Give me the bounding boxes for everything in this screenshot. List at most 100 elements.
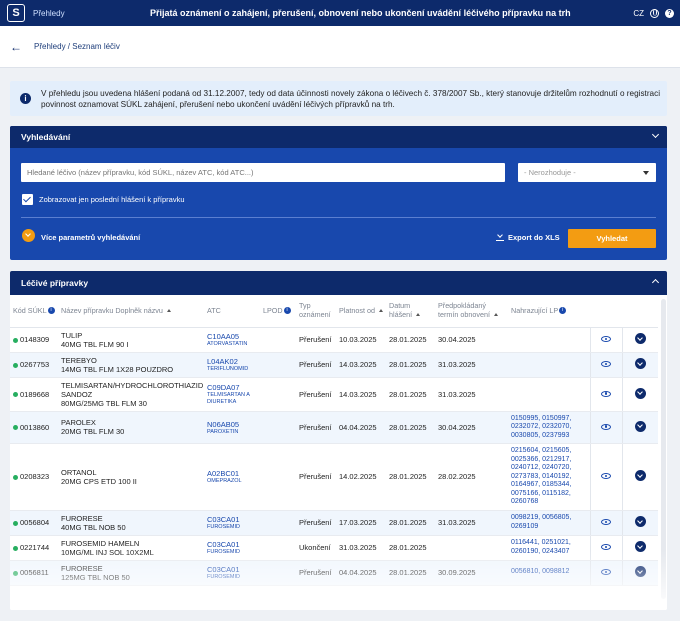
row-replacing[interactable]: 0215604, 0215605, 0025366, 0212917, 0240… bbox=[508, 443, 590, 511]
col-replacing[interactable]: Nahrazující LP i bbox=[508, 295, 590, 328]
table-row[interactable]: 0208323 ORTANOL 20MG CPS ETD 100 II A02BC01… bbox=[10, 443, 658, 511]
col-reported[interactable]: Datum hlášení bbox=[386, 295, 435, 328]
row-code[interactable]: 0221744 bbox=[10, 535, 58, 561]
row-code[interactable]: 0189668 bbox=[10, 377, 58, 412]
table-row[interactable]: 0267753 TEREBYO 14MG TBL FLM 1X28 POUZDRO L… bbox=[10, 352, 658, 378]
col-type[interactable]: Typ oznámení bbox=[296, 295, 336, 328]
row-expand-action bbox=[621, 411, 658, 444]
row-type: Přerušení bbox=[296, 510, 336, 536]
row-detail-action bbox=[589, 443, 622, 511]
row-code[interactable]: 0056804 bbox=[10, 510, 58, 536]
expand-chevron-icon[interactable] bbox=[634, 516, 646, 527]
table-row[interactable]: 0189668 TELMISARTAN/HYDROCHLOROTHIAZID SA… bbox=[10, 377, 658, 412]
status-select[interactable]: - Nerozhoduje - bbox=[518, 163, 656, 182]
eye-icon[interactable] bbox=[601, 390, 611, 397]
row-code[interactable]: 0148309 bbox=[10, 327, 58, 353]
table-row[interactable]: 0056811 FURORESE 125MG TBL NOB 50 C03CA01 FU… bbox=[10, 560, 658, 586]
chevron-down-icon[interactable] bbox=[651, 130, 660, 139]
row-name: TULIP 40MG TBL FLM 90 I bbox=[58, 327, 204, 353]
row-expand-action bbox=[621, 327, 658, 353]
row-expand-action bbox=[621, 560, 658, 586]
eye-icon[interactable] bbox=[601, 423, 611, 430]
more-params-chevron-icon[interactable] bbox=[22, 229, 35, 242]
expand-chevron-icon[interactable] bbox=[634, 420, 646, 432]
row-replacing[interactable]: 0098219, 0056805, 0269109 bbox=[508, 510, 590, 536]
col-lpod[interactable]: LPOD i bbox=[260, 295, 296, 328]
back-arrow-icon[interactable]: ← bbox=[10, 41, 22, 53]
eye-icon[interactable] bbox=[601, 473, 611, 480]
row-expected: 28.02.2025 bbox=[435, 443, 508, 511]
row-atc[interactable]: C03CA01 FUROSEMID bbox=[204, 510, 260, 536]
language-label[interactable]: CZ bbox=[633, 9, 644, 18]
search-panel-header[interactable]: Vyhledávání bbox=[10, 126, 667, 148]
row-atc[interactable]: C03CA01 FUROSEMID bbox=[204, 560, 260, 586]
row-expected bbox=[435, 535, 508, 561]
row-lpod bbox=[260, 443, 296, 511]
search-input[interactable] bbox=[21, 163, 505, 182]
row-expected: 31.03.2025 bbox=[435, 377, 508, 412]
row-replacing[interactable] bbox=[508, 352, 590, 378]
eye-icon[interactable] bbox=[601, 361, 611, 367]
results-panel-header[interactable]: Léčivé přípravky bbox=[10, 271, 667, 295]
expand-chevron-icon[interactable] bbox=[634, 470, 646, 482]
status-dot-icon bbox=[13, 570, 18, 576]
globe-icon[interactable] bbox=[650, 8, 659, 18]
row-atc[interactable]: A02BC01 OMEPRAZOL bbox=[204, 443, 260, 511]
row-name: ORTANOL 20MG CPS ETD 100 II bbox=[58, 443, 204, 511]
app-name-link[interactable]: Přehledy bbox=[33, 9, 65, 18]
row-atc[interactable]: C03CA01 FUROSEMID bbox=[204, 535, 260, 561]
latest-only-checkbox[interactable] bbox=[22, 194, 33, 205]
more-params-link[interactable]: Více parametrů vyhledávání bbox=[41, 233, 140, 242]
expand-chevron-icon[interactable] bbox=[634, 358, 646, 369]
eye-icon[interactable] bbox=[601, 569, 611, 575]
status-dot-icon bbox=[13, 545, 18, 551]
row-replacing[interactable] bbox=[508, 377, 590, 412]
scrollbar[interactable] bbox=[661, 299, 666, 599]
download-icon[interactable] bbox=[496, 233, 504, 242]
expand-chevron-icon[interactable] bbox=[634, 541, 646, 552]
row-expected: 31.03.2025 bbox=[435, 510, 508, 536]
row-replacing[interactable]: 0116441, 0251021, 0260190, 0243407 bbox=[508, 535, 590, 561]
row-detail-action bbox=[589, 535, 622, 561]
row-atc[interactable]: L04AK02 TERIFLUNOMID bbox=[204, 352, 260, 378]
table-row[interactable]: 0148309 TULIP 40MG TBL FLM 90 I C10AA05 ATOR… bbox=[10, 327, 658, 353]
info-icon[interactable]: i bbox=[559, 306, 567, 314]
col-expected[interactable]: Předpokládaný termín obnovení bbox=[435, 295, 508, 328]
col-detail-action bbox=[590, 295, 622, 328]
row-code[interactable]: 0208323 bbox=[10, 443, 58, 511]
row-replacing[interactable]: 0150995, 0150997, 0232072, 0232070, 0030… bbox=[508, 411, 590, 444]
row-code[interactable]: 0267753 bbox=[10, 352, 58, 378]
status-dot-icon bbox=[13, 337, 18, 343]
info-icon[interactable]: i bbox=[283, 306, 291, 314]
row-atc[interactable]: C09DA07 TELMISARTAN A DIURETIKA bbox=[204, 377, 260, 412]
latest-only-label[interactable]: Zobrazovat jen poslední hlášení k přípra… bbox=[39, 195, 185, 204]
eye-icon[interactable] bbox=[601, 544, 611, 550]
row-atc[interactable]: C10AA05 ATORVASTATIN bbox=[204, 327, 260, 353]
sukl-logo[interactable]: S bbox=[7, 4, 25, 22]
expand-chevron-icon[interactable] bbox=[634, 566, 646, 577]
row-replacing[interactable] bbox=[508, 327, 590, 353]
eye-icon[interactable] bbox=[601, 336, 611, 342]
col-valid-from[interactable]: Platnost od bbox=[336, 295, 386, 328]
table-row[interactable]: 0013860 PAROLEX 20MG TBL FLM 30 N06AB05 PARO… bbox=[10, 411, 658, 444]
row-valid-from: 04.04.2025 bbox=[336, 560, 386, 586]
row-replacing[interactable]: 0056810, 0098812 bbox=[508, 560, 590, 586]
expand-chevron-icon[interactable] bbox=[634, 387, 646, 399]
expand-chevron-icon[interactable] bbox=[634, 333, 646, 344]
eye-icon[interactable] bbox=[601, 519, 611, 525]
chevron-up-icon[interactable] bbox=[651, 278, 660, 287]
table-row[interactable]: 0056804 FURORESE 40MG TBL NOB 50 C03CA01 FUR… bbox=[10, 510, 658, 536]
search-button[interactable]: Vyhledat bbox=[568, 229, 656, 248]
breadcrumb[interactable]: Přehledy / Seznam léčiv bbox=[34, 42, 120, 51]
col-atc[interactable]: ATC bbox=[204, 295, 260, 328]
row-detail-action bbox=[589, 352, 622, 378]
info-icon[interactable]: i bbox=[47, 306, 55, 314]
col-name[interactable]: Název přípravku Doplněk názvu bbox=[58, 295, 204, 328]
help-icon[interactable]: ? bbox=[665, 8, 674, 18]
row-code[interactable]: 0013860 bbox=[10, 411, 58, 444]
table-row[interactable]: 0221744 FUROSEMID HAMELN 10MG/ML INJ SOL 1… bbox=[10, 535, 658, 561]
export-xls-link[interactable]: Export do XLS bbox=[508, 233, 560, 242]
row-code[interactable]: 0056811 bbox=[10, 560, 58, 586]
col-code[interactable]: Kód SÚKL i bbox=[10, 295, 58, 328]
row-atc[interactable]: N06AB05 PAROXETIN bbox=[204, 411, 260, 444]
